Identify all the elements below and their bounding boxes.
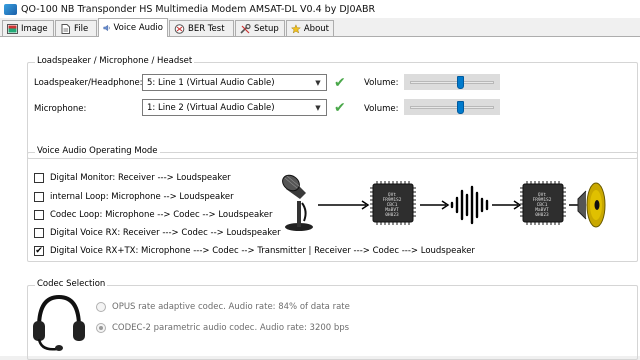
mode-internal-loop-checkbox[interactable]	[34, 192, 44, 202]
tab-strip: Image File Voice Audio BER Test Setup Ab…	[0, 18, 640, 37]
microphone-device-value: 1: Line 2 (Virtual Audio Cable)	[147, 102, 275, 113]
mode-codec-loop-label: Codec Loop: Microphone --> Codec --> Lou…	[50, 210, 273, 220]
audio-devices-group-title: Loadspeaker / Microphone / Headset	[35, 56, 195, 66]
mode-internal-loop[interactable]: internal Loop: Microphone --> Loudspeake…	[34, 192, 234, 202]
tab-about-label: About	[303, 23, 329, 34]
file-icon	[61, 23, 70, 34]
speaker-volume-label: Volume:	[364, 78, 399, 88]
tab-setup[interactable]: Setup	[235, 20, 285, 36]
microphone-icon	[282, 174, 313, 231]
codec-chip-2-text: QVt FR9M1S2 CBC1 MaBVT 0H023	[532, 193, 552, 218]
chevron-down-icon: ▼	[315, 103, 321, 112]
arrow-right-icon	[492, 200, 522, 210]
microphone-ok-check-icon: ✔	[334, 100, 346, 116]
arrow-right-icon	[318, 200, 370, 210]
speaker-label: Loadspeaker/Headphone:	[34, 78, 143, 88]
title-bar: QO-100 NB Transponder HS Multimedia Mode…	[0, 0, 640, 18]
window-title: QO-100 NB Transponder HS Multimedia Mode…	[21, 3, 376, 15]
microphone-volume-thumb[interactable]	[457, 101, 464, 114]
tab-ber-test[interactable]: BER Test	[169, 20, 234, 36]
speaker-ok-check-icon: ✔	[334, 75, 346, 91]
waveform-icon	[450, 185, 489, 225]
mode-digital-monitor[interactable]: Digital Monitor: Receiver ---> Loudspeak…	[34, 173, 231, 183]
operating-mode-group-title: Voice Audio Operating Mode	[35, 146, 160, 156]
tab-about[interactable]: About	[286, 20, 334, 36]
chevron-down-icon: ▼	[315, 78, 321, 87]
codec-chip-1-label: QVt FR9M1S2 CBC1 MaBVT 0H023	[373, 184, 411, 222]
speaker-volume-track	[410, 81, 494, 84]
mode-digital-voice-rx-label: Digital Voice RX: Receiver ---> Codec --…	[50, 228, 281, 238]
arrow-right-icon	[420, 200, 450, 210]
microphone-label: Microphone:	[34, 104, 87, 114]
codec-selection-group: Codec Selection OPUS rate adaptive codec…	[27, 279, 638, 360]
codec-codec2-label: CODEC-2 parametric audio codec. Audio ra…	[112, 323, 350, 333]
loudspeaker-icon	[577, 182, 606, 228]
tab-file[interactable]: File	[55, 20, 97, 36]
tab-ber-test-label: BER Test	[188, 23, 225, 34]
codec-codec2-radio[interactable]	[96, 323, 106, 333]
tab-voice-audio-label: Voice Audio	[113, 23, 163, 33]
operating-mode-group: Voice Audio Operating Mode Digital Monit…	[27, 146, 638, 262]
speaker-device-select[interactable]: 5: Line 1 (Virtual Audio Cable) ▼	[142, 74, 327, 91]
speaker-icon	[103, 24, 110, 32]
codec-opus-option[interactable]: OPUS rate adaptive codec. Audio rate: 84…	[96, 302, 350, 312]
microphone-volume-label: Volume:	[364, 104, 399, 114]
image-icon	[7, 23, 18, 34]
mode-digital-monitor-checkbox[interactable]	[34, 173, 44, 183]
mode-digital-voice-rxtx-checkbox[interactable]: ✔	[34, 246, 44, 256]
codec-selection-group-title: Codec Selection	[35, 279, 108, 289]
mode-digital-voice-rxtx-label: Digital Voice RX+TX: Microphone ---> Cod…	[50, 246, 475, 256]
speaker-device-value: 5: Line 1 (Virtual Audio Cable)	[147, 77, 275, 88]
codec-chip-2-label: QVt FR9M1S2 CBC1 MaBVT 0H023	[523, 184, 561, 222]
codec-codec2-option[interactable]: CODEC-2 parametric audio codec. Audio ra…	[96, 323, 349, 333]
codec-opus-label: OPUS rate adaptive codec. Audio rate: 84…	[112, 302, 350, 312]
mode-digital-monitor-label: Digital Monitor: Receiver ---> Loudspeak…	[50, 173, 231, 183]
tab-image[interactable]: Image	[2, 20, 54, 36]
headset-icon	[33, 294, 85, 351]
codec-opus-radio[interactable]	[96, 302, 106, 312]
mode-digital-voice-rxtx[interactable]: ✔ Digital Voice RX+TX: Microphone ---> C…	[34, 246, 475, 256]
tab-image-label: Image	[21, 23, 48, 34]
voice-audio-panel: Loadspeaker / Microphone / Headset Loads…	[0, 36, 640, 360]
app-icon	[4, 3, 17, 15]
microphone-device-select[interactable]: 1: Line 2 (Virtual Audio Cable) ▼	[142, 99, 327, 116]
mode-digital-voice-rx[interactable]: Digital Voice RX: Receiver ---> Codec --…	[34, 228, 281, 238]
audio-devices-group: Loadspeaker / Microphone / Headset Loads…	[27, 56, 638, 159]
mode-codec-loop[interactable]: Codec Loop: Microphone --> Codec --> Lou…	[34, 210, 273, 220]
mode-internal-loop-label: internal Loop: Microphone --> Loudspeake…	[50, 192, 234, 202]
mode-codec-loop-checkbox[interactable]	[34, 210, 44, 220]
star-icon	[291, 23, 301, 33]
speaker-volume-thumb[interactable]	[457, 76, 464, 89]
microphone-volume-track	[410, 106, 494, 109]
ber-icon	[174, 23, 185, 34]
speaker-volume-slider[interactable]	[404, 74, 500, 90]
codec-chip-1-text: QVt FR9M1S2 CBC1 MaBVT 0H023	[382, 193, 402, 218]
tab-setup-label: Setup	[254, 23, 279, 34]
tools-icon	[240, 23, 251, 34]
tab-file-label: File	[74, 23, 89, 34]
mode-digital-voice-rx-checkbox[interactable]	[34, 228, 44, 238]
microphone-volume-slider[interactable]	[404, 99, 500, 115]
tab-voice-audio[interactable]: Voice Audio	[98, 18, 168, 37]
